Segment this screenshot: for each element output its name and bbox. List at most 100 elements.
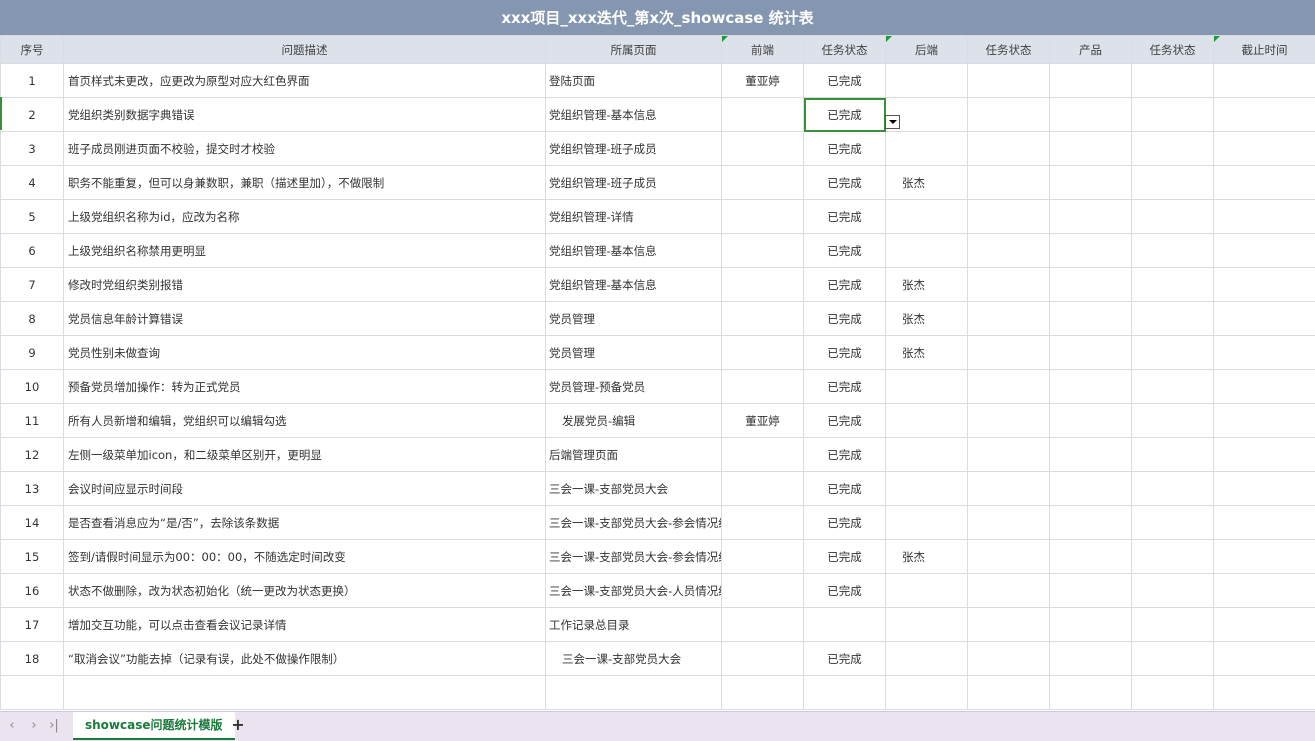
cell-fe-status[interactable]: 已完成 [804, 472, 886, 506]
cell-page[interactable]: 三会一课-支部党员大会 [546, 472, 722, 506]
cell-backend[interactable]: 张杰 [886, 336, 968, 370]
cell-page[interactable]: 三会一课-支部党员大会 [546, 642, 722, 676]
cell-fe-status[interactable]: 已完成 [804, 132, 886, 166]
header-description[interactable]: 问题描述 [64, 36, 546, 64]
cell-index[interactable]: 8 [1, 302, 64, 336]
cell-pm-status[interactable] [1132, 234, 1214, 268]
cell-deadline[interactable] [1214, 234, 1315, 268]
cell-page[interactable]: 后端管理页面 [546, 438, 722, 472]
cell-pm-status[interactable] [1132, 64, 1214, 98]
header-fe-status[interactable]: 任务状态 [804, 36, 886, 64]
cell-page[interactable]: 党组织管理-基本信息 [546, 268, 722, 302]
empty-cell[interactable] [546, 676, 722, 710]
cell-product[interactable] [1050, 642, 1132, 676]
cell-backend[interactable] [886, 404, 968, 438]
empty-cell[interactable] [722, 676, 804, 710]
cell-backend[interactable] [886, 438, 968, 472]
cell-be-status[interactable] [968, 336, 1050, 370]
cell-fe-status[interactable]: 已完成 [804, 506, 886, 540]
cell-backend[interactable] [886, 200, 968, 234]
cell-deadline[interactable] [1214, 302, 1315, 336]
empty-cell[interactable] [886, 676, 968, 710]
cell-description[interactable]: 增加交互功能，可以点击查看会议记录详情 [64, 608, 546, 642]
cell-deadline[interactable] [1214, 540, 1315, 574]
header-index[interactable]: 序号 [1, 36, 64, 64]
cell-be-status[interactable] [968, 200, 1050, 234]
cell-index[interactable]: 16 [1, 574, 64, 608]
cell-frontend[interactable] [722, 336, 804, 370]
cell-product[interactable] [1050, 574, 1132, 608]
cell-index[interactable]: 4 [1, 166, 64, 200]
cell-fe-status[interactable]: 已完成 [804, 268, 886, 302]
cell-backend[interactable] [886, 370, 968, 404]
cell-description[interactable]: 左侧一级菜单加icon，和二级菜单区别开，更明显 [64, 438, 546, 472]
cell-product[interactable] [1050, 404, 1132, 438]
header-product[interactable]: 产品 [1050, 36, 1132, 64]
cell-index[interactable]: 10 [1, 370, 64, 404]
cell-fe-status[interactable]: 已完成 [804, 166, 886, 200]
cell-backend[interactable] [886, 234, 968, 268]
cell-product[interactable] [1050, 370, 1132, 404]
cell-fe-status[interactable]: 已完成 [804, 64, 886, 98]
cell-index[interactable]: 9 [1, 336, 64, 370]
cell-description[interactable]: 党员性别未做查询 [64, 336, 546, 370]
dropdown-button[interactable] [885, 115, 900, 129]
cell-pm-status[interactable] [1132, 268, 1214, 302]
header-backend[interactable]: 后端 [886, 36, 968, 64]
header-frontend[interactable]: 前端 [722, 36, 804, 64]
cell-be-status[interactable] [968, 472, 1050, 506]
cell-fe-status[interactable]: 已完成 [804, 642, 886, 676]
cell-index[interactable]: 6 [1, 234, 64, 268]
cell-product[interactable] [1050, 608, 1132, 642]
cell-be-status[interactable] [968, 64, 1050, 98]
cell-frontend[interactable] [722, 98, 804, 132]
cell-backend[interactable] [886, 642, 968, 676]
cell-page[interactable]: 三会一课-支部党员大会-人员情况统计 [546, 574, 722, 608]
cell-fe-status[interactable]: 已完成 [804, 574, 886, 608]
cell-description[interactable]: 上级党组织名称禁用更明显 [64, 234, 546, 268]
cell-page[interactable]: 党员管理-预备党员 [546, 370, 722, 404]
cell-deadline[interactable] [1214, 166, 1315, 200]
cell-product[interactable] [1050, 234, 1132, 268]
cell-product[interactable] [1050, 98, 1132, 132]
prev-sheet-icon[interactable]: ‹ [4, 717, 20, 735]
cell-fe-status[interactable]: 已完成 [804, 540, 886, 574]
cell-product[interactable] [1050, 132, 1132, 166]
empty-cell[interactable] [804, 676, 886, 710]
cell-pm-status[interactable] [1132, 98, 1214, 132]
empty-cell[interactable] [968, 676, 1050, 710]
empty-cell[interactable] [1214, 676, 1315, 710]
cell-pm-status[interactable] [1132, 166, 1214, 200]
cell-index[interactable]: 11 [1, 404, 64, 438]
cell-page[interactable]: 党员管理 [546, 302, 722, 336]
cell-pm-status[interactable] [1132, 506, 1214, 540]
cell-frontend[interactable] [722, 166, 804, 200]
cell-be-status[interactable] [968, 404, 1050, 438]
cell-fe-status[interactable] [804, 608, 886, 642]
cell-deadline[interactable] [1214, 404, 1315, 438]
cell-index[interactable]: 18 [1, 642, 64, 676]
cell-description[interactable]: 状态不做删除，改为状态初始化（统一更改为状态更换） [64, 574, 546, 608]
cell-description[interactable]: 党组织类别数据字典错误 [64, 98, 546, 132]
cell-description[interactable]: 会议时间应显示时间段 [64, 472, 546, 506]
cell-deadline[interactable] [1214, 64, 1315, 98]
cell-deadline[interactable] [1214, 608, 1315, 642]
cell-page[interactable]: 三会一课-支部党员大会-参会情况统计 [546, 540, 722, 574]
empty-cell[interactable] [1132, 676, 1214, 710]
cell-deadline[interactable] [1214, 336, 1315, 370]
cell-product[interactable] [1050, 302, 1132, 336]
cell-index[interactable]: 5 [1, 200, 64, 234]
cell-page[interactable]: 党组织管理-班子成员 [546, 132, 722, 166]
cell-page[interactable]: 党组织管理-基本信息 [546, 234, 722, 268]
cell-be-status[interactable] [968, 574, 1050, 608]
cell-product[interactable] [1050, 64, 1132, 98]
cell-pm-status[interactable] [1132, 302, 1214, 336]
cell-product[interactable] [1050, 336, 1132, 370]
cell-pm-status[interactable] [1132, 132, 1214, 166]
cell-index[interactable]: 7 [1, 268, 64, 302]
cell-fe-status[interactable]: 已完成 [804, 302, 886, 336]
cell-backend[interactable]: 张杰 [886, 302, 968, 336]
cell-description[interactable]: 职务不能重复，但可以身兼数职，兼职（描述里加），不做限制 [64, 166, 546, 200]
cell-pm-status[interactable] [1132, 472, 1214, 506]
header-deadline[interactable]: 截止时间 [1214, 36, 1315, 64]
